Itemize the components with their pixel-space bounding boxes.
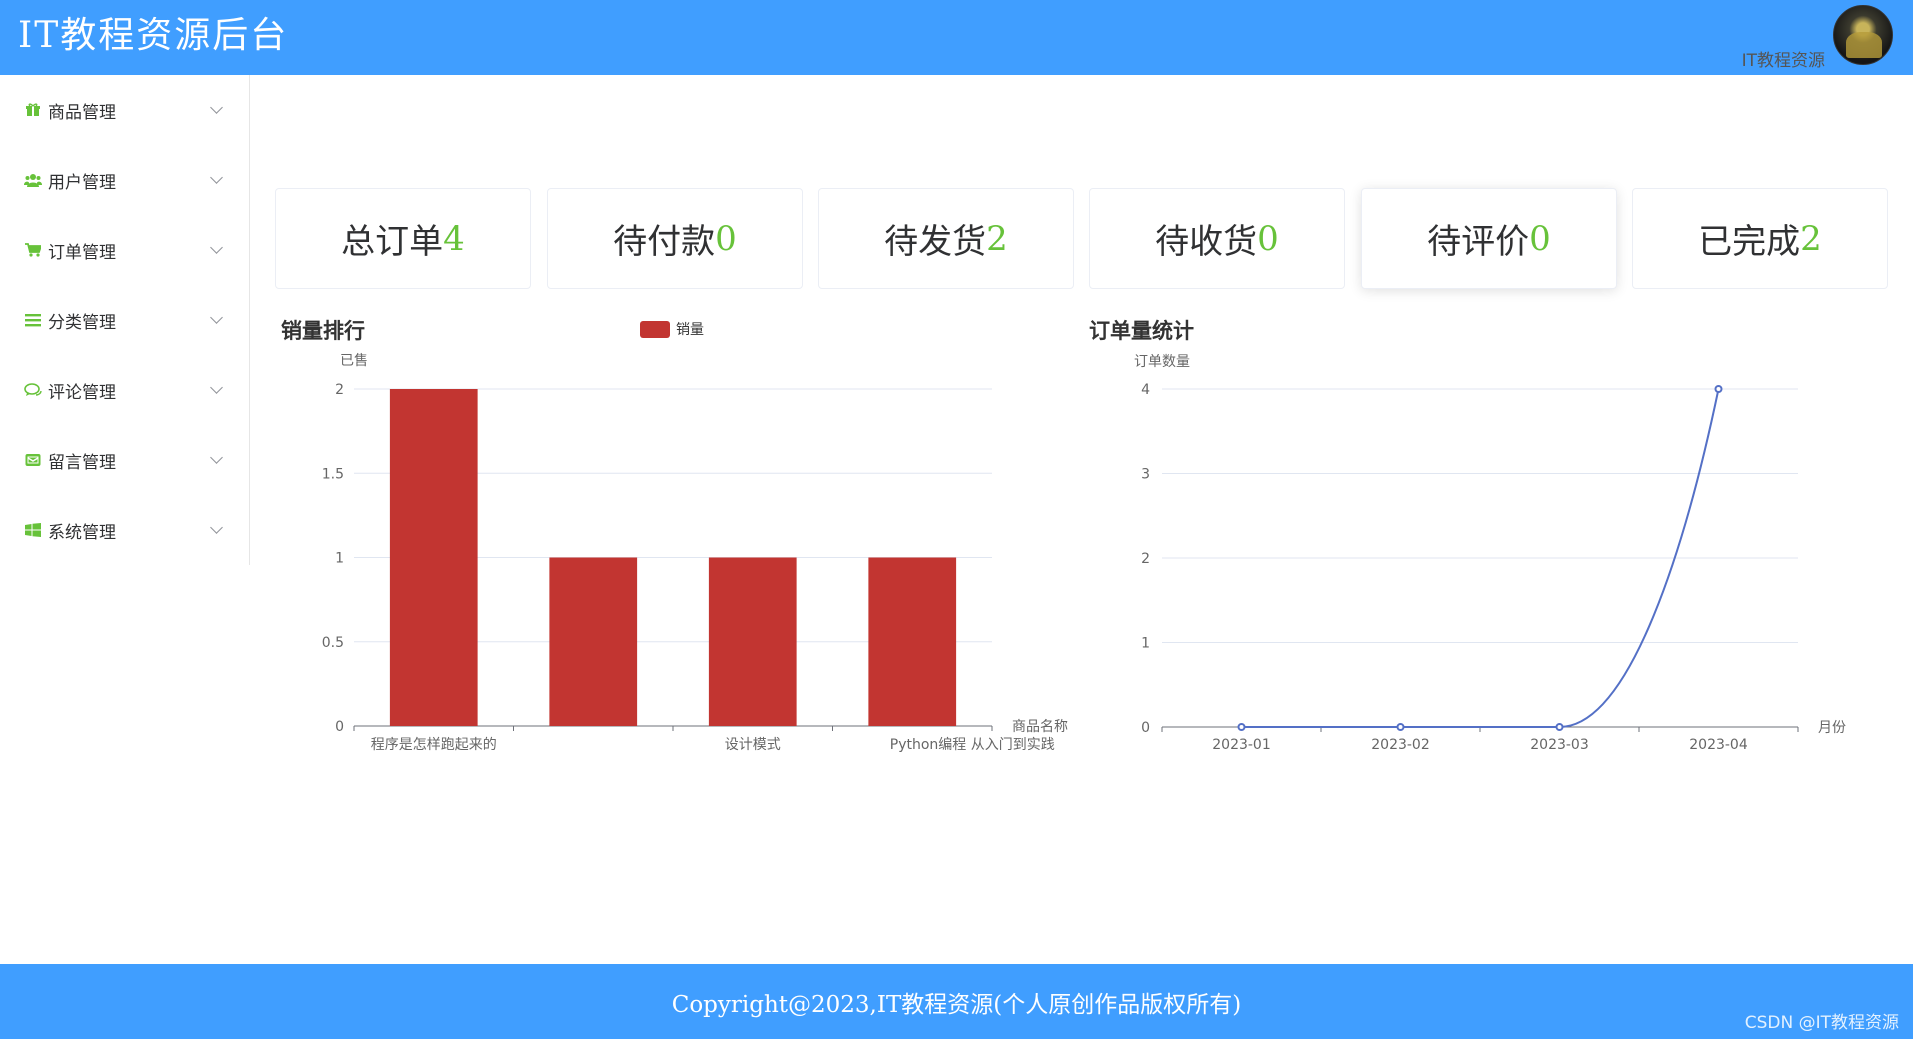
x-tick-label: 2023-04 bbox=[1689, 737, 1748, 753]
y-axis-name: 已售 bbox=[340, 353, 368, 369]
cart-icon bbox=[24, 241, 42, 259]
y-tick-label: 0 bbox=[1141, 720, 1150, 736]
stat-label: 待付款 bbox=[613, 222, 716, 262]
gift-icon bbox=[24, 101, 42, 119]
sidebar-item-comments[interactable]: 评论管理 bbox=[0, 355, 249, 425]
stat-card-to-ship[interactable]: 待发货 2 bbox=[818, 188, 1074, 289]
y-tick-label: 2 bbox=[335, 382, 344, 398]
users-icon bbox=[24, 171, 42, 189]
list-icon bbox=[24, 311, 42, 329]
stat-label: 待收货 bbox=[1155, 222, 1258, 262]
x-tick-label: 2023-03 bbox=[1530, 737, 1589, 753]
y-tick-label: 2 bbox=[1141, 551, 1150, 567]
footer: Copyright@2023,IT教程资源(个人原创作品版权所有) bbox=[0, 964, 1913, 1039]
windows-icon bbox=[24, 521, 42, 539]
sidebar-item-label: 商品管理 bbox=[48, 102, 116, 123]
user-avatar[interactable] bbox=[1833, 5, 1893, 65]
sidebar-item-label: 系统管理 bbox=[48, 522, 116, 543]
watermark: CSDN @IT教程资源 bbox=[1744, 1013, 1899, 1033]
x-tick-label: Python编程 从入门到实践 bbox=[890, 737, 1055, 753]
stat-label: 已完成 bbox=[1698, 222, 1801, 262]
stat-value: 0 bbox=[1257, 218, 1279, 259]
stat-label: 待评价 bbox=[1427, 222, 1530, 262]
chevron-down-icon bbox=[210, 381, 223, 394]
bar bbox=[708, 557, 797, 726]
stat-card-total[interactable]: 总订单 4 bbox=[275, 188, 531, 289]
y-tick-label: 0 bbox=[335, 719, 344, 735]
x-tick-label: 设计模式 bbox=[725, 737, 781, 753]
sidebar-item-category[interactable]: 分类管理 bbox=[0, 285, 249, 355]
stat-value: 2 bbox=[1800, 218, 1822, 259]
y-tick-label: 1.5 bbox=[322, 466, 344, 482]
chevron-down-icon bbox=[210, 311, 223, 324]
app-title: IT教程资源后台 bbox=[18, 15, 289, 56]
x-tick-label: 2023-01 bbox=[1212, 737, 1271, 753]
chevron-down-icon bbox=[210, 101, 223, 114]
stat-label: 待发货 bbox=[884, 222, 987, 262]
legend-label: 销量 bbox=[676, 322, 704, 338]
sidebar-item-label: 分类管理 bbox=[48, 312, 116, 333]
stat-value: 0 bbox=[715, 218, 737, 259]
stat-card-completed[interactable]: 已完成 2 bbox=[1632, 188, 1888, 289]
envelope-icon bbox=[24, 451, 42, 469]
top-header: IT教程资源后台 IT教程资源 bbox=[0, 0, 1913, 75]
sidebar-item-system[interactable]: 系统管理 bbox=[0, 495, 249, 565]
orders-line-chart: 订单数量 0 1 2 3 4 2023-01 2023-02 2023-03 2023-04 月份 bbox=[1134, 354, 1846, 753]
sidebar-item-label: 用户管理 bbox=[48, 172, 116, 193]
data-point bbox=[1396, 723, 1405, 731]
sidebar-item-label: 订单管理 bbox=[48, 242, 116, 263]
x-tick-label: 2023-02 bbox=[1371, 737, 1430, 753]
data-point bbox=[1714, 385, 1723, 393]
comments-icon bbox=[24, 381, 42, 399]
y-tick-label: 4 bbox=[1141, 382, 1150, 398]
chevron-down-icon bbox=[210, 521, 223, 534]
user-name[interactable]: IT教程资源 bbox=[1742, 46, 1825, 71]
stat-card-to-receive[interactable]: 待收货 0 bbox=[1089, 188, 1345, 289]
sidebar-item-label: 评论管理 bbox=[48, 382, 116, 403]
y-tick-label: 3 bbox=[1141, 467, 1150, 483]
chevron-down-icon bbox=[210, 451, 223, 464]
sidebar-item-users[interactable]: 用户管理 bbox=[0, 145, 249, 215]
stat-label: 总订单 bbox=[341, 222, 444, 262]
x-axis-name: 月份 bbox=[1818, 720, 1846, 736]
sidebar-item-orders[interactable]: 订单管理 bbox=[0, 215, 249, 285]
y-axis-name: 订单数量 bbox=[1134, 354, 1190, 370]
bar bbox=[389, 389, 478, 726]
footer-copyright: Copyright@2023,IT教程资源(个人原创作品版权所有) bbox=[671, 991, 1242, 1018]
y-tick-label: 1 bbox=[1141, 636, 1150, 652]
sidebar-menu: 商品管理 用户管理 订单管理 分类管理 评论管理 留言管理 系统管理 bbox=[0, 75, 250, 565]
y-tick-label: 1 bbox=[335, 551, 344, 567]
legend-swatch bbox=[640, 321, 670, 338]
stat-value: 2 bbox=[986, 218, 1008, 259]
data-point bbox=[1555, 723, 1564, 731]
stat-value: 0 bbox=[1529, 218, 1551, 259]
bar bbox=[549, 557, 638, 726]
bar bbox=[868, 557, 957, 726]
sidebar-item-goods[interactable]: 商品管理 bbox=[0, 75, 249, 145]
chevron-down-icon bbox=[210, 241, 223, 254]
x-tick-label: 程序是怎样跑起来的 bbox=[371, 737, 497, 753]
stat-card-to-review[interactable]: 待评价 0 bbox=[1361, 188, 1617, 289]
stat-card-unpaid[interactable]: 待付款 0 bbox=[547, 188, 803, 289]
y-tick-label: 0.5 bbox=[322, 635, 344, 651]
chevron-down-icon bbox=[210, 171, 223, 184]
sales-bar-chart: 销量已售 0 0.5 1 1.5 2 程序是怎样跑起来的 设计模式 Python编程 从入门到实… bbox=[322, 321, 1068, 753]
x-axis-name: 商品名称 bbox=[1012, 719, 1068, 735]
sidebar-item-messages[interactable]: 留言管理 bbox=[0, 425, 249, 495]
stat-value: 4 bbox=[443, 218, 465, 259]
sidebar-item-label: 留言管理 bbox=[48, 452, 116, 473]
data-point bbox=[1237, 723, 1246, 731]
